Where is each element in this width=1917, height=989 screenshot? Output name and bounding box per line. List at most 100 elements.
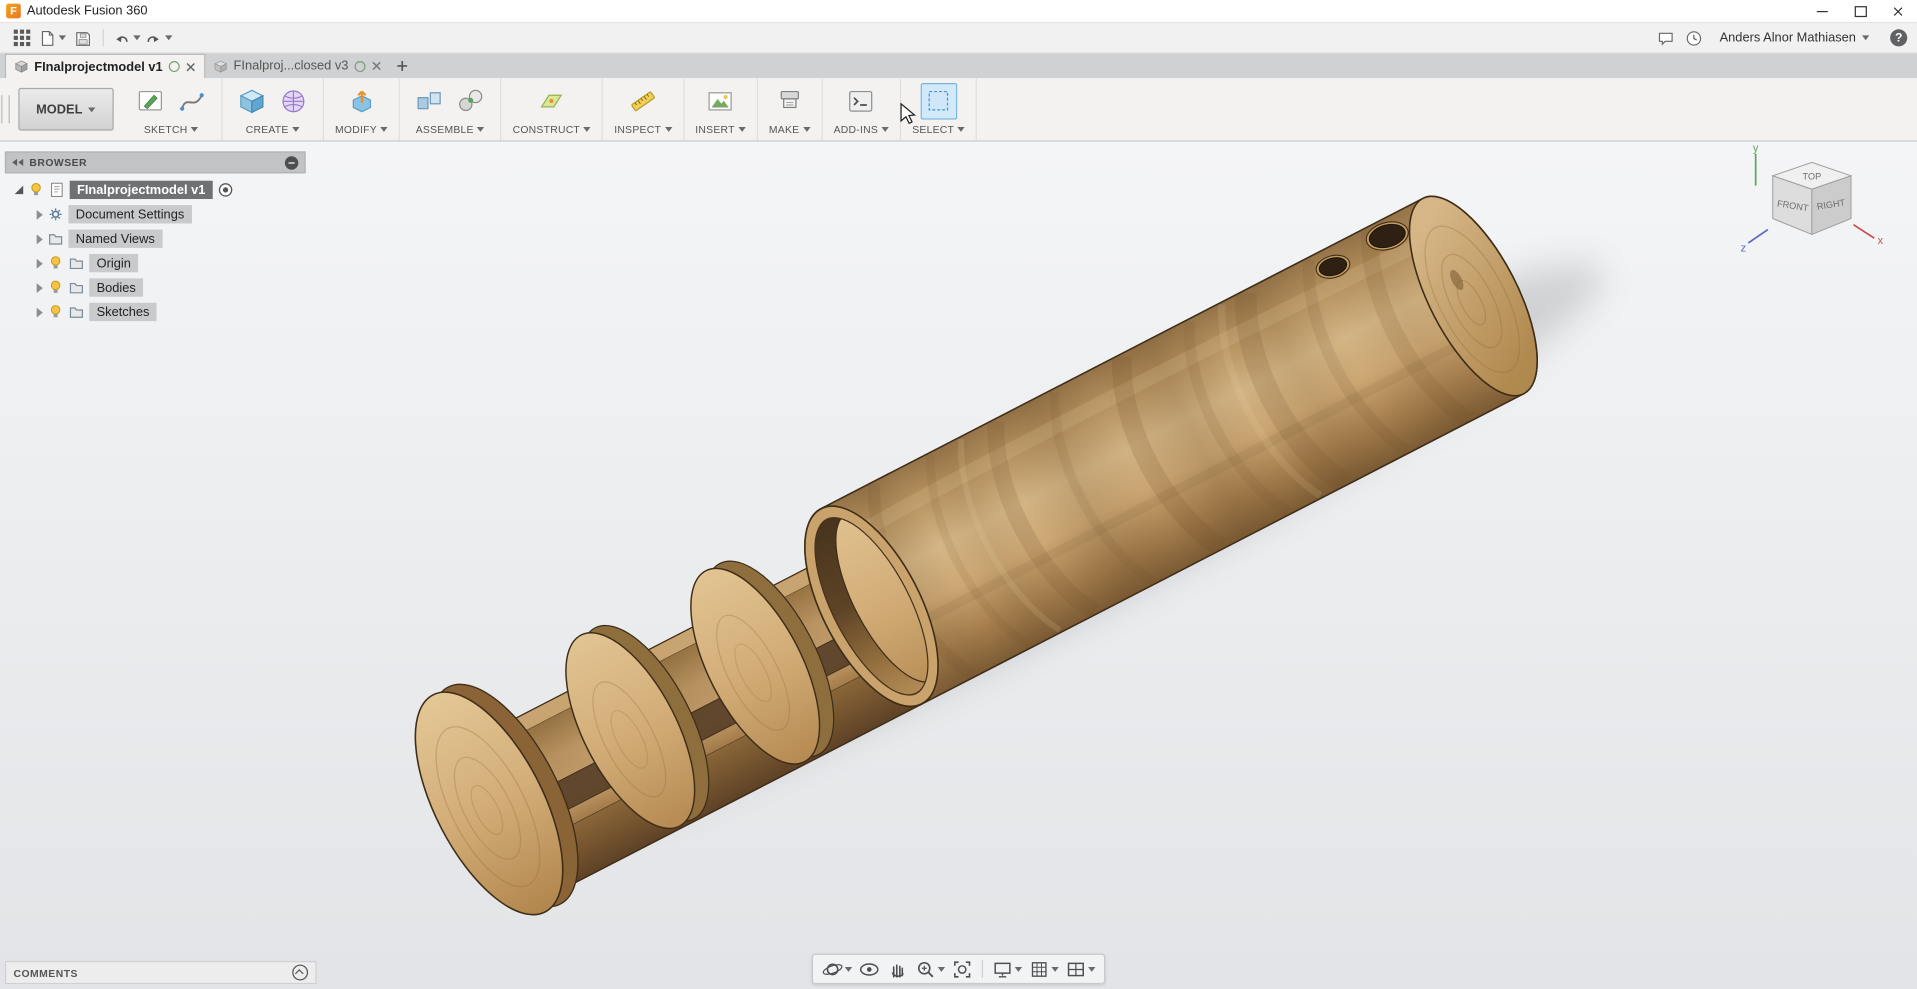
expander-closed-icon[interactable]: [36, 282, 43, 293]
grid-snaps-button[interactable]: [1026, 957, 1061, 981]
printer-icon: [780, 90, 799, 109]
scripts-addins-button[interactable]: [843, 83, 880, 120]
browser-root-row[interactable]: FInalprojectmodel v1: [5, 178, 306, 201]
construct-plane-button[interactable]: [533, 83, 570, 120]
toolbar-separator: [102, 29, 104, 47]
workspace-selector[interactable]: MODEL: [18, 87, 114, 131]
activate-radio-icon[interactable]: [218, 182, 234, 198]
insert-image-button[interactable]: [702, 83, 739, 120]
node-label[interactable]: Sketches: [89, 302, 157, 322]
document-tab-active[interactable]: FInalprojectmodel v1: [4, 53, 206, 79]
display-settings-button[interactable]: [989, 957, 1024, 981]
group-caret-icon: [957, 126, 966, 132]
box-icon: [239, 89, 265, 114]
undo-button[interactable]: [112, 26, 141, 50]
create-form-button[interactable]: [275, 83, 312, 120]
sketch-spline-button[interactable]: [174, 83, 211, 120]
ribbon-group-sketch: SKETCH: [121, 78, 223, 141]
create-sketch-button[interactable]: [132, 83, 169, 120]
create-box-button[interactable]: [234, 83, 271, 120]
ribbon-group-label-insert[interactable]: INSERT: [695, 123, 746, 136]
orbit-caret-icon: [844, 966, 853, 972]
expander-open-icon[interactable]: [14, 185, 24, 195]
app-grid-button[interactable]: [10, 26, 34, 50]
browser-row-sketches[interactable]: Sketches: [5, 300, 306, 323]
tab-close-button[interactable]: [372, 61, 382, 71]
look-at-button[interactable]: [856, 957, 883, 981]
model-canvas[interactable]: BROWSER FInalprojectmodel v1 Document Se…: [0, 141, 1917, 989]
node-label[interactable]: Document Settings: [68, 205, 192, 224]
ribbon-group-label-sketch[interactable]: SKETCH: [144, 123, 199, 136]
group-caret-icon: [477, 126, 485, 132]
file-menu-button[interactable]: [38, 26, 67, 50]
joint-button[interactable]: [453, 83, 490, 120]
node-label[interactable]: Named Views: [68, 229, 163, 248]
tab-close-button[interactable]: [186, 62, 196, 72]
view-cube[interactable]: y x z TOP FRONT RIGHT: [1731, 142, 1890, 276]
expander-closed-icon[interactable]: [36, 209, 43, 220]
viewports-button[interactable]: [1062, 957, 1097, 981]
lightbulb-icon[interactable]: [48, 255, 64, 271]
ribbon-group-label-create[interactable]: CREATE: [246, 123, 300, 136]
grid-caret-icon: [1051, 966, 1059, 972]
comments-expand-icon[interactable]: [292, 964, 309, 981]
root-node-label[interactable]: FInalprojectmodel v1: [69, 180, 213, 200]
group-caret-icon: [881, 126, 890, 132]
joint-icon: [459, 89, 483, 112]
redo-button[interactable]: [144, 26, 173, 50]
maximize-button[interactable]: [1841, 0, 1879, 22]
new-component-button[interactable]: [411, 83, 448, 120]
press-pull-button[interactable]: [343, 83, 380, 120]
fit-button[interactable]: [949, 957, 976, 981]
group-label-text: ADD-INS: [833, 123, 879, 136]
job-status-button[interactable]: [1682, 26, 1706, 50]
ribbon-group-label-inspect[interactable]: INSPECT: [614, 123, 673, 136]
face-top-label[interactable]: TOP: [1803, 171, 1822, 181]
node-label[interactable]: Bodies: [89, 278, 144, 297]
browser-row-document-settings[interactable]: Document Settings: [5, 203, 306, 226]
save-button[interactable]: [70, 26, 94, 50]
ribbon-group-label-select[interactable]: SELECT: [912, 123, 966, 136]
ribbon-group-label-construct[interactable]: CONSTRUCT: [513, 123, 592, 136]
new-tab-button[interactable]: [390, 54, 414, 78]
expander-closed-icon[interactable]: [36, 233, 43, 244]
minimize-button[interactable]: [1803, 0, 1841, 22]
ribbon-group-label-assemble[interactable]: ASSEMBLE: [416, 123, 485, 136]
orbit-button[interactable]: [819, 957, 854, 981]
zoom-icon: [917, 961, 934, 977]
browser-minimize-icon[interactable]: [284, 155, 299, 170]
ribbon-group-label-addins[interactable]: ADD-INS: [833, 123, 890, 136]
zoom-button[interactable]: [912, 957, 947, 981]
browser-row-bodies[interactable]: Bodies: [5, 276, 306, 299]
lightbulb-icon[interactable]: [48, 304, 64, 320]
wood-cylinder-model[interactable]: [385, 167, 1568, 936]
select-tool-button[interactable]: [920, 83, 958, 120]
toolbar-grip[interactable]: [1, 95, 10, 124]
axis-y-label: y: [1753, 142, 1759, 154]
collapse-panel-icon[interactable]: [12, 158, 24, 167]
ribbon-group-label-make[interactable]: MAKE: [769, 123, 811, 136]
document-tab-inactive[interactable]: FInalproj...closed v3: [205, 54, 390, 78]
pan-hand-icon: [891, 963, 904, 977]
measure-button[interactable]: [625, 83, 662, 120]
tab-close-icon: [372, 61, 381, 71]
ribbon-group-label-modify[interactable]: MODIFY: [335, 123, 388, 136]
comments-toggle-button[interactable]: [1654, 26, 1678, 50]
make-button[interactable]: [771, 83, 808, 120]
expander-closed-icon[interactable]: [36, 258, 43, 269]
lightbulb-icon[interactable]: [48, 280, 64, 296]
browser-row-origin[interactable]: Origin: [5, 252, 306, 275]
browser-header[interactable]: BROWSER: [4, 151, 306, 174]
lightbulb-icon[interactable]: [28, 182, 44, 198]
close-button[interactable]: [1879, 0, 1917, 22]
workspace-caret-icon: [88, 106, 96, 112]
browser-row-named-views[interactable]: Named Views: [5, 227, 306, 250]
user-account-menu[interactable]: Anders Alnor Mathiasen: [1710, 26, 1879, 50]
pan-button[interactable]: [884, 957, 911, 981]
view-cube-faces[interactable]: TOP FRONT RIGHT: [1771, 161, 1853, 236]
node-label[interactable]: Origin: [89, 253, 139, 273]
expander-closed-icon[interactable]: [36, 307, 43, 317]
redo-icon: [147, 35, 159, 42]
comments-bar[interactable]: COMMENTS: [4, 960, 317, 985]
help-button[interactable]: ?: [1890, 29, 1908, 47]
